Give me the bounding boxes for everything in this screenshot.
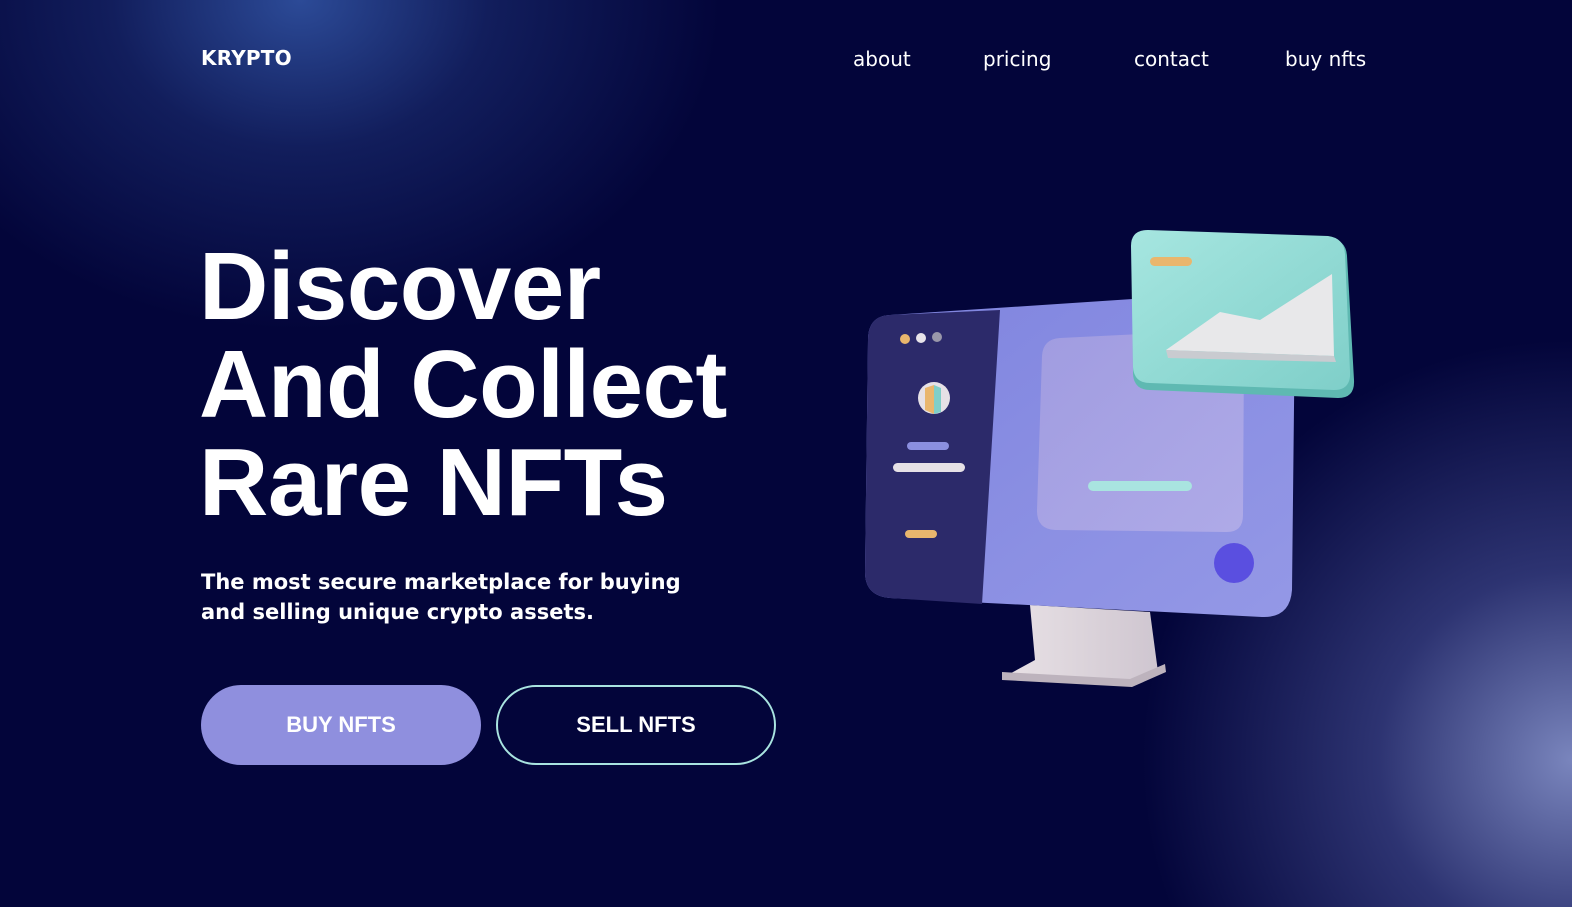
nav-link-buy-nfts[interactable]: buy nfts [1285,47,1366,71]
sell-nfts-button[interactable]: SELL NFTS [496,685,776,765]
hero-title-line-3: Rare NFTs [199,429,668,536]
nav-link-pricing[interactable]: pricing [983,47,1051,71]
monitor-icon [865,230,1355,687]
hero-subtitle: The most secure marketplace for buying a… [201,570,681,624]
nav-link-about[interactable]: about [853,47,911,71]
nav-link-contact[interactable]: contact [1134,47,1209,71]
buy-nfts-button[interactable]: BUY NFTS [201,685,481,765]
site-logo[interactable]: KRYPTO [201,46,292,70]
hero-title-line-2: And Collect [199,331,727,438]
hero-title: Discover And Collect Rare NFTs [199,238,727,532]
3d-monitor-illustration [850,220,1370,700]
hero-title-line-1: Discover [199,233,601,340]
image-card-icon [1131,230,1355,398]
